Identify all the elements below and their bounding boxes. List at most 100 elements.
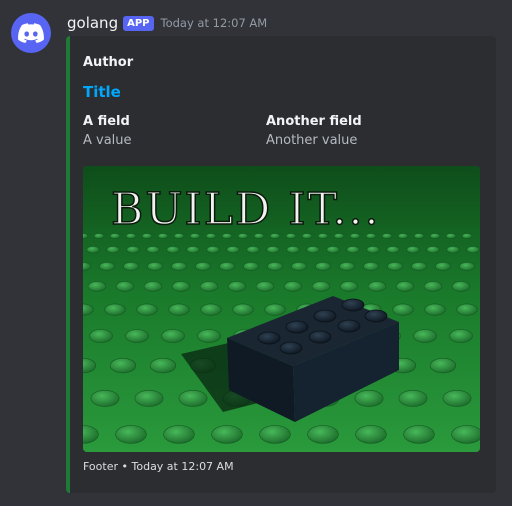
baseplate-stud [387,262,403,271]
baseplate-stud [211,425,243,444]
baseplate-stud [125,329,149,343]
baseplate-stud [339,262,355,271]
baseplate-stud [163,425,195,444]
baseplate-stud [424,303,446,316]
embed-footer: Footer • Today at 12:07 AM [83,460,234,473]
footer-text: Footer [83,460,118,473]
message-timestamp[interactable]: Today at 12:07 AM [161,16,268,30]
baseplate-stud [264,303,286,316]
baseplate-stud [466,245,480,254]
baseplate-stud [90,389,120,407]
baseplate-stud [386,245,400,254]
app-badge: APP [123,15,154,31]
baseplate-stud [197,329,221,343]
baseplate-stud [355,425,387,444]
baseplate-stud [232,303,254,316]
baseplate-stud [366,245,380,254]
baseplate-stud [86,245,100,254]
baseplate-stud [403,425,435,444]
baseplate-stud [178,389,208,407]
baseplate-stud [395,281,415,292]
baseplate-stud [306,245,320,254]
baseplate-stud [147,262,163,271]
baseplate-stud [311,281,331,292]
baseplate-stud [115,425,147,444]
baseplate-stud [199,281,219,292]
baseplate-stud [134,389,164,407]
message-header: golang APP Today at 12:07 AM [67,13,267,33]
baseplate-stud [367,281,387,292]
baseplate-stud [166,245,180,254]
baseplate-stud [206,245,220,254]
baseplate-stud [291,262,307,271]
baseplate-stud [283,281,303,292]
baseplate-stud [171,281,191,292]
baseplate-stud [413,329,437,343]
baseplate-stud [411,262,427,271]
baseplate-stud [354,389,384,407]
baseplate-stud [219,262,235,271]
baseplate-stud [442,389,472,407]
baseplate-stud [255,281,275,292]
baseplate-stud [226,245,240,254]
avatar[interactable] [11,13,51,53]
baseplate-stud [115,281,135,292]
baseplate-stud [392,303,414,316]
baseplate-stud [315,262,331,271]
baseplate-stud [243,262,259,271]
baseplate-stud [426,245,440,254]
baseplate-stud [451,425,480,444]
baseplate-stud [406,245,420,254]
baseplate-stud [143,281,163,292]
discord-logo-icon [18,23,44,43]
baseplate-stud [195,262,211,271]
baseplate-stud [123,262,139,271]
baseplate-stud [106,245,120,254]
baseplate-stud [435,262,451,271]
baseplate-stud [429,358,457,374]
baseplate-stud [267,262,283,271]
baseplate-stud [227,281,247,292]
footer-timestamp: Today at 12:07 AM [131,460,234,473]
baseplate-stud [89,329,113,343]
baseplate-stud [429,233,441,239]
baseplate-stud [104,303,126,316]
baseplate-stud [446,245,460,254]
baseplate-stud [136,303,158,316]
embed-author: Author [83,55,134,70]
baseplate-stud [186,245,200,254]
baseplate-stud [326,245,340,254]
baseplate-stud [266,245,280,254]
baseplate-stud [451,281,471,292]
baseplate-stud [286,245,300,254]
baseplate-stud [363,262,379,271]
embed-field: Another field Another value [266,113,362,150]
field-value: Another value [266,133,358,148]
baseplate-stud [99,262,115,271]
lego-brick-image: BUILD IT... [83,166,480,452]
baseplate-stud [459,262,475,271]
baseplate-stud [398,389,428,407]
baseplate-stud [87,281,107,292]
embed-image[interactable]: BUILD IT... [83,166,480,452]
baseplate-stud [168,303,190,316]
username[interactable]: golang [67,14,118,32]
baseplate-stud [397,233,409,239]
baseplate-stud [456,303,478,316]
baseplate-stud [146,245,160,254]
baseplate-stud [126,245,140,254]
embed: Author Title A field A value Another fie… [66,36,496,493]
baseplate-stud [259,425,291,444]
field-value: A value [83,133,132,148]
baseplate-stud [161,329,185,343]
baseplate-stud [381,233,393,239]
baseplate-stud [346,245,360,254]
baseplate-stud [461,233,473,239]
baseplate-stud [109,358,137,374]
baseplate-stud [449,329,473,343]
image-caption: BUILD IT... [111,184,381,235]
baseplate-stud [200,303,222,316]
baseplate-stud [413,233,425,239]
embed-title[interactable]: Title [83,83,121,101]
baseplate-stud [445,233,457,239]
